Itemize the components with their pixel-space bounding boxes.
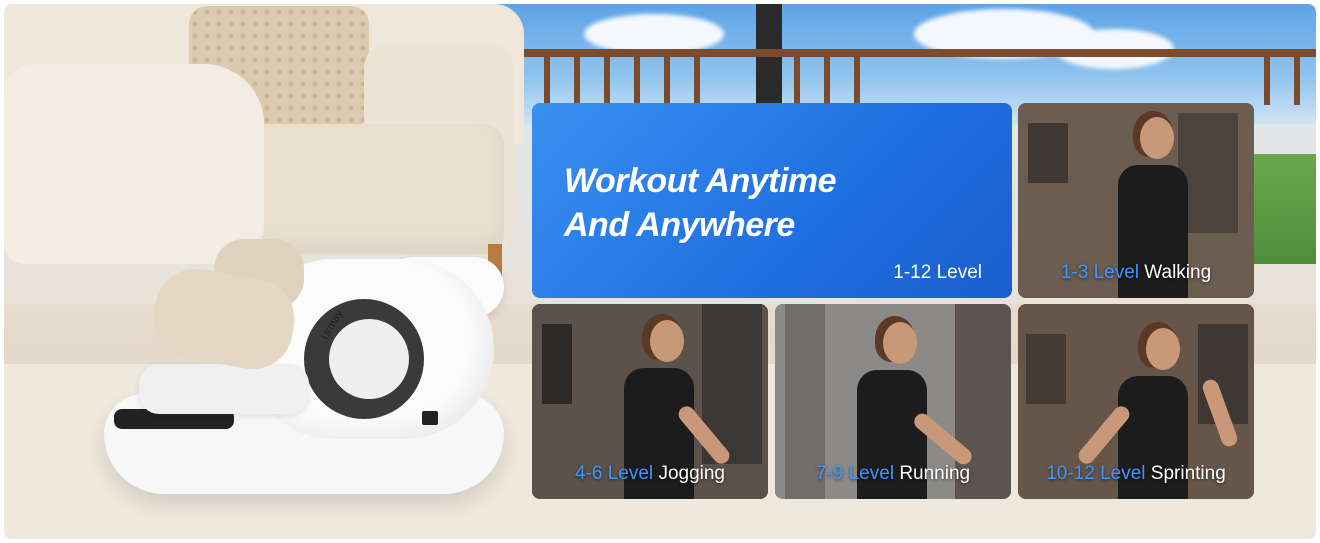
- tile-activity: Jogging: [658, 463, 725, 484]
- tile-activity: Sprinting: [1150, 463, 1226, 484]
- tile-caption: 10-12 Level Sprinting: [1018, 463, 1254, 485]
- tile-level: 1-3 Level: [1060, 262, 1139, 283]
- running-tile: 7-9 Level Running: [775, 304, 1011, 499]
- tile-level: 7-9 Level: [815, 463, 895, 484]
- person-legs: [4, 64, 264, 264]
- hero-title-line2: And Anywhere: [564, 206, 795, 244]
- sprinting-tile: 10-12 Level Sprinting: [1018, 304, 1254, 499]
- tile-caption: 4-6 Level Jogging: [532, 463, 768, 485]
- hero-level: 1-12 Level: [893, 262, 982, 283]
- tile-level: 4-6 Level: [574, 463, 654, 484]
- hero-title-line1: Workout Anytime: [564, 162, 837, 200]
- hero-tile: Workout Anytime And Anywhere 1-12 Level: [532, 103, 1012, 298]
- balcony-railing: [504, 49, 1316, 109]
- walking-tile: 1-3 Level Walking: [1018, 103, 1254, 298]
- tile-caption: 1-3 Level Walking: [1018, 262, 1254, 284]
- product-banner: Urmay Workout Anytime And Anywhere 1-12 …: [4, 4, 1316, 539]
- tile-activity: Walking: [1144, 262, 1212, 283]
- tile-caption: 7-9 Level Running: [775, 463, 1011, 485]
- hero-title: Workout Anytime And Anywhere: [564, 159, 964, 247]
- jogging-tile: 4-6 Level Jogging: [532, 304, 768, 499]
- grass: [1244, 154, 1316, 264]
- tile-level: 10-12 Level: [1046, 463, 1146, 484]
- tile-activity: Running: [899, 463, 971, 484]
